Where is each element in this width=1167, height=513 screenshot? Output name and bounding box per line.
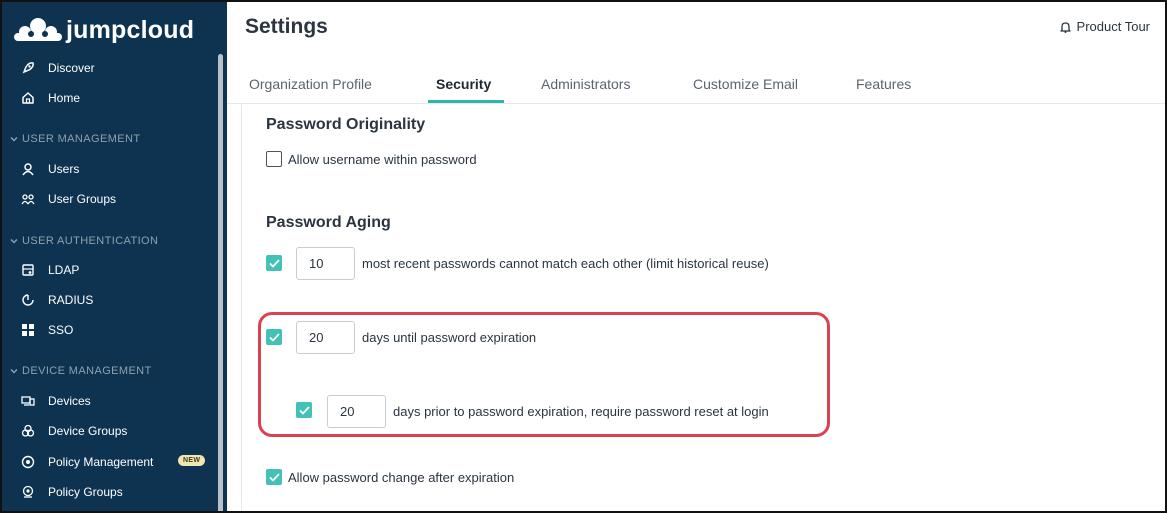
devices-icon [21,394,35,408]
sso-grid-icon [21,323,35,337]
password-aging-title: Password Aging [266,214,391,231]
history-label: most recent passwords cannot match each … [362,256,769,271]
sidebar-item-label: Home [48,91,81,105]
allow-username-label: Allow username within password [288,152,477,167]
policy-groups-icon [21,485,35,499]
sidebar-item-device-groups[interactable]: Device Groups [2,417,214,445]
sidebar-item-label: Discover [48,61,95,75]
sidebar-item-devices[interactable]: Devices [2,387,214,415]
section-device-management[interactable]: DEVICE MANAGEMENT [2,361,214,381]
chevron-down-icon [10,369,18,374]
tab-security[interactable]: Security [436,76,491,92]
history-checkbox[interactable] [266,255,282,271]
main-panel: Settings Product Tour Organization Profi… [227,2,1165,511]
sidebar-item-label: Policy Groups [48,485,123,499]
sidebar-item-label: Devices [48,394,91,408]
sidebar-item-label: SSO [48,323,74,337]
sidebar-item-sso[interactable]: SSO [2,316,214,344]
bell-icon [1059,21,1071,33]
home-icon [21,91,35,105]
sidebar-item-label: RADIUS [48,293,94,307]
device-groups-icon [21,424,35,438]
sidebar-item-home[interactable]: Home [2,84,214,112]
logo[interactable]: jumpcloud [14,14,194,46]
radius-icon [21,293,35,307]
sidebar-item-label: Device Groups [48,424,128,438]
sidebar-item-ldap[interactable]: LDAP [2,256,214,284]
section-user-management[interactable]: USER MANAGEMENT [2,129,214,149]
password-originality-title: Password Originality [266,116,426,133]
checkmark-icon [268,258,280,268]
sidebar-item-label: Users [48,162,80,176]
sidebar-scrollbar[interactable] [218,54,223,511]
cloud-logo-icon [14,18,62,41]
rocket-icon [21,61,35,75]
sidebar-item-users[interactable]: Users [2,155,214,183]
product-tour-button[interactable]: Product Tour [1059,19,1150,34]
section-label: DEVICE MANAGEMENT [22,365,152,377]
tab-features[interactable]: Features [856,76,911,92]
security-settings: Password Originality Allow username with… [241,104,1165,511]
tab-administrators[interactable]: Administrators [541,76,630,92]
section-label: USER AUTHENTICATION [22,235,159,247]
chevron-down-icon [10,137,18,142]
ldap-icon [21,263,35,277]
new-badge: NEW [178,455,206,466]
product-tour-label: Product Tour [1076,19,1150,34]
tab-customize-email[interactable]: Customize Email [693,76,798,92]
sidebar-item-label: User Groups [48,192,117,206]
allow-change-label: Allow password change after expiration [288,470,515,485]
settings-tabs: Organization Profile Security Administra… [227,68,1165,104]
sidebar-item-label: LDAP [48,263,80,277]
highlight-annotation [258,312,830,437]
user-groups-icon [21,192,35,206]
sidebar-item-discover[interactable]: Discover [2,54,214,82]
sidebar-item-policy-management[interactable]: Policy Management NEW [2,448,214,476]
sidebar: jumpcloud Discover Home USER MANAGEMENT … [2,2,227,511]
allow-change-checkbox[interactable] [266,469,282,485]
section-user-authentication[interactable]: USER AUTHENTICATION [2,231,214,251]
sidebar-item-radius[interactable]: RADIUS [2,286,214,314]
sidebar-item-user-groups[interactable]: User Groups [2,185,214,213]
allow-username-checkbox[interactable] [266,151,282,167]
chevron-down-icon [10,239,18,244]
active-tab-indicator [428,100,504,103]
sidebar-item-policy-groups[interactable]: Policy Groups [2,478,214,506]
checkmark-icon [268,472,280,482]
page-title: Settings [245,15,328,38]
policy-icon [21,455,35,469]
history-count-input[interactable] [296,247,355,280]
tab-organization-profile[interactable]: Organization Profile [249,76,372,92]
logo-text: jumpcloud [66,15,195,44]
app-window: jumpcloud Discover Home USER MANAGEMENT … [0,0,1167,513]
section-label: USER MANAGEMENT [22,133,141,145]
sidebar-item-label: Policy Management [48,455,154,469]
user-icon [21,162,35,176]
